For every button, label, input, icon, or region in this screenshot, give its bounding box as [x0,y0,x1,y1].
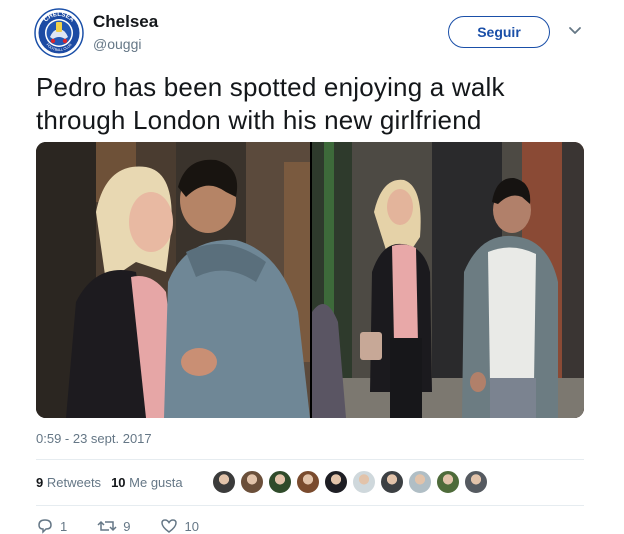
liker-avatar[interactable] [296,470,320,494]
likers-avatars [212,470,492,494]
tweet-text: Pedro has been spotted enjoying a walk t… [36,72,505,135]
heart-icon [161,519,178,533]
likes-count: 10 [111,475,126,490]
reply-count: 1 [60,518,68,534]
reply-icon [38,519,52,534]
photo-kiss[interactable] [36,142,310,418]
reply-button[interactable]: 1 [36,518,67,534]
like-count: 10 [184,518,199,534]
liker-avatar[interactable] [240,470,264,494]
chelsea-crest-icon: CHELSEA FOOTBALL CLUB [34,8,84,58]
account-name[interactable]: Chelsea [93,12,158,32]
liker-avatar[interactable] [464,470,488,494]
retweet-count: 9 [123,518,131,534]
liker-avatar[interactable] [436,470,460,494]
retweet-icon [97,520,117,532]
liker-avatar[interactable] [408,470,432,494]
retweets-label: Retweets [46,475,102,490]
action-bar: 1 9 10 [36,518,199,534]
retweets-count: 9 [36,475,44,490]
follow-button[interactable]: Seguir [448,16,550,48]
liker-avatar[interactable] [324,470,348,494]
account-handle[interactable]: @ouggi [93,36,141,52]
chevron-down-icon[interactable] [568,26,582,36]
tweet-media[interactable] [36,142,584,418]
photo-walk[interactable] [312,142,584,418]
liker-avatar[interactable] [212,470,236,494]
divider [36,459,584,460]
retweet-button[interactable]: 9 [97,518,130,534]
avatar[interactable]: CHELSEA FOOTBALL CLUB [34,8,84,58]
retweets-stat[interactable]: 9 Retweets [36,475,101,490]
likes-label: Me gusta [129,475,183,490]
likes-stat[interactable]: 10 Me gusta [111,475,183,490]
divider [36,505,584,506]
engagement-stats: 9 Retweets 10 Me gusta [36,475,183,490]
liker-avatar[interactable] [380,470,404,494]
liker-avatar[interactable] [268,470,292,494]
timestamp[interactable]: 0:59 - 23 sept. 2017 [36,431,152,446]
liker-avatar[interactable] [352,470,376,494]
like-button[interactable]: 10 [160,518,199,534]
